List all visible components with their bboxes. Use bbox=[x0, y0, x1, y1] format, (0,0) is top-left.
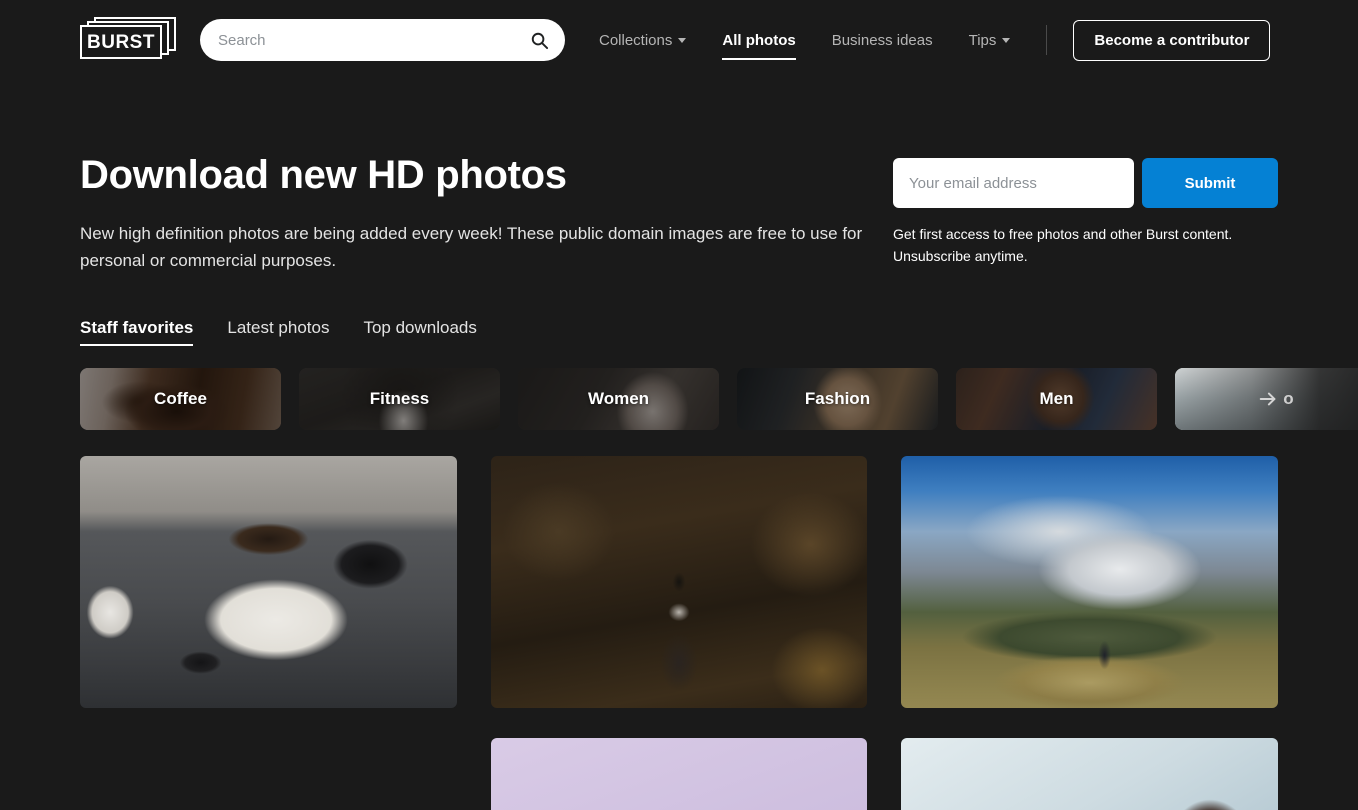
logo-sheet-front: BURST bbox=[80, 25, 162, 59]
photo-filter-tabs: Staff favorites Latest photos Top downlo… bbox=[0, 274, 1358, 347]
photo-image bbox=[80, 738, 457, 810]
tab-latest-photos[interactable]: Latest photos bbox=[227, 318, 329, 346]
category-label: Coffee bbox=[154, 389, 207, 409]
photo-autumn-trees[interactable] bbox=[80, 738, 457, 810]
category-label: Men bbox=[1039, 389, 1074, 409]
nav-item-tips[interactable]: Tips bbox=[969, 22, 1011, 59]
chevron-down-icon bbox=[1002, 37, 1011, 43]
category-chips-strip: Coffee Fitness Women Fashion Men o bbox=[0, 368, 1358, 431]
category-chip-fashion[interactable]: Fashion bbox=[737, 368, 938, 431]
category-label: Women bbox=[587, 389, 650, 409]
category-chip-women[interactable]: Women bbox=[518, 368, 719, 431]
photo-image bbox=[490, 738, 868, 810]
category-label: Fitness bbox=[369, 389, 430, 409]
nav-item-label: All photos bbox=[722, 31, 796, 49]
search-box[interactable] bbox=[200, 19, 565, 61]
logo-wordmark: BURST bbox=[87, 31, 155, 53]
nav-item-label: Business ideas bbox=[831, 31, 933, 49]
category-label: Fashion bbox=[804, 389, 871, 409]
photo-mountain-hiker[interactable] bbox=[901, 456, 1278, 709]
category-chip-next[interactable]: o bbox=[1175, 368, 1358, 431]
category-chips: Coffee Fitness Women Fashion Men o bbox=[80, 368, 1358, 431]
photo-phone-blue[interactable] bbox=[901, 738, 1278, 810]
nav-item-label: Collections bbox=[599, 31, 673, 49]
site-header: BURST Collections All photos Business id… bbox=[0, 0, 1358, 80]
burst-logo[interactable]: BURST bbox=[80, 17, 176, 63]
tab-staff-favorites[interactable]: Staff favorites bbox=[80, 318, 194, 347]
photo-image bbox=[490, 456, 868, 709]
photo-image bbox=[901, 738, 1278, 810]
tab-top-downloads[interactable]: Top downloads bbox=[363, 318, 476, 346]
photo-tea-lavender[interactable] bbox=[490, 738, 868, 810]
scroll-right-affordance[interactable]: o bbox=[1175, 368, 1358, 430]
nav-item-all-photos[interactable]: All photos bbox=[722, 22, 797, 60]
chevron-down-icon bbox=[678, 37, 687, 43]
category-label: o bbox=[1283, 389, 1294, 409]
category-chip-men[interactable]: Men bbox=[956, 368, 1157, 431]
newsletter-signup: Submit Get first access to free photos a… bbox=[893, 152, 1278, 274]
nav-item-collections[interactable]: Collections bbox=[599, 22, 687, 59]
hero-text-block: Download new HD photos New high definiti… bbox=[80, 152, 870, 274]
search-icon[interactable] bbox=[529, 30, 549, 50]
hero-section: Download new HD photos New high definiti… bbox=[0, 80, 1358, 274]
signup-row: Submit bbox=[893, 158, 1278, 208]
primary-nav: Collections All photos Business ideas Ti… bbox=[599, 19, 1271, 61]
photo-image bbox=[80, 456, 457, 709]
tab-label: Top downloads bbox=[363, 318, 477, 338]
signup-note: Get first access to free photos and othe… bbox=[893, 226, 1233, 264]
submit-button[interactable]: Submit bbox=[1142, 158, 1278, 208]
page-title: Download new HD photos bbox=[80, 153, 567, 197]
page-description: New high definition photos are being add… bbox=[80, 224, 863, 271]
category-chip-fitness[interactable]: Fitness bbox=[299, 368, 500, 431]
tab-label: Staff favorites bbox=[80, 318, 194, 338]
category-chip-coffee[interactable]: Coffee bbox=[80, 368, 281, 431]
search-input[interactable] bbox=[218, 31, 519, 49]
photo-image bbox=[901, 456, 1278, 709]
email-field[interactable] bbox=[893, 158, 1134, 208]
photo-desk-bfcm[interactable] bbox=[80, 456, 457, 709]
nav-item-business-ideas[interactable]: Business ideas bbox=[832, 22, 933, 59]
become-contributor-button[interactable]: Become a contributor bbox=[1073, 19, 1271, 61]
tab-label: Latest photos bbox=[227, 318, 330, 338]
arrow-right-icon bbox=[1257, 388, 1279, 410]
photo-grid bbox=[0, 456, 1358, 810]
nav-item-label: Tips bbox=[968, 31, 997, 49]
nav-divider bbox=[1046, 25, 1048, 55]
photo-forest-hiker[interactable] bbox=[490, 456, 868, 709]
